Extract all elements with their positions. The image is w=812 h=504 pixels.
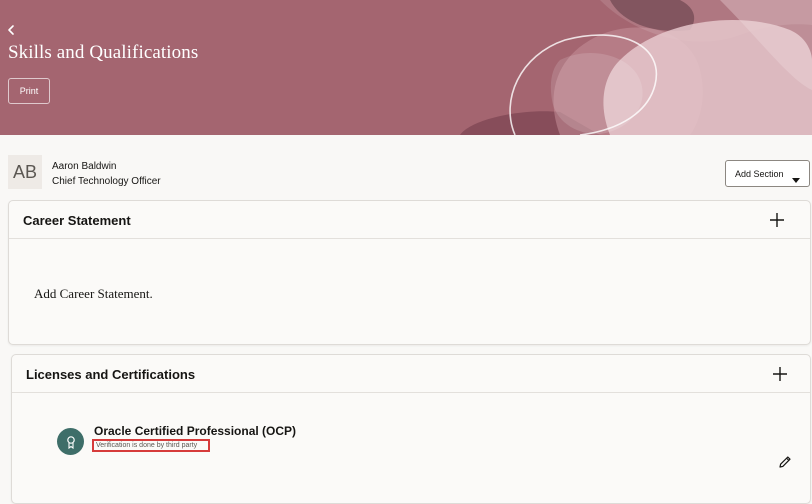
licenses-certifications-title: Licenses and Certifications xyxy=(26,367,196,382)
career-statement-header: Career Statement xyxy=(9,201,810,239)
person-name: Aaron Baldwin xyxy=(52,161,117,172)
licenses-certifications-header: Licenses and Certifications xyxy=(12,355,810,393)
avatar: AB xyxy=(8,155,42,189)
add-license-plus-icon[interactable] xyxy=(772,366,788,382)
pencil-icon[interactable] xyxy=(778,455,792,469)
banner-decoration xyxy=(460,0,812,135)
add-career-statement-plus-icon[interactable] xyxy=(769,212,785,228)
print-button[interactable]: Print xyxy=(8,78,50,104)
add-career-statement-link[interactable]: Add Career Statement. xyxy=(34,286,153,302)
page-title: Skills and Qualifications xyxy=(8,42,199,63)
certificate-icon xyxy=(57,428,84,455)
licenses-certifications-card: Licenses and Certifications Oracle Certi… xyxy=(11,354,811,504)
page-header-banner: Skills and Qualifications Print xyxy=(0,0,812,135)
verification-status: Verification is done by third party xyxy=(92,439,210,452)
certification-name[interactable]: Oracle Certified Professional (OCP) xyxy=(94,424,296,438)
career-statement-title: Career Statement xyxy=(23,213,131,228)
back-icon[interactable] xyxy=(6,22,20,38)
person-role: Chief Technology Officer xyxy=(52,176,161,187)
add-section-label: Add Section xyxy=(735,168,784,179)
caret-down-icon xyxy=(792,171,800,189)
add-section-button[interactable]: Add Section xyxy=(725,160,810,187)
career-statement-card: Career Statement Add Career Statement. xyxy=(8,200,811,345)
